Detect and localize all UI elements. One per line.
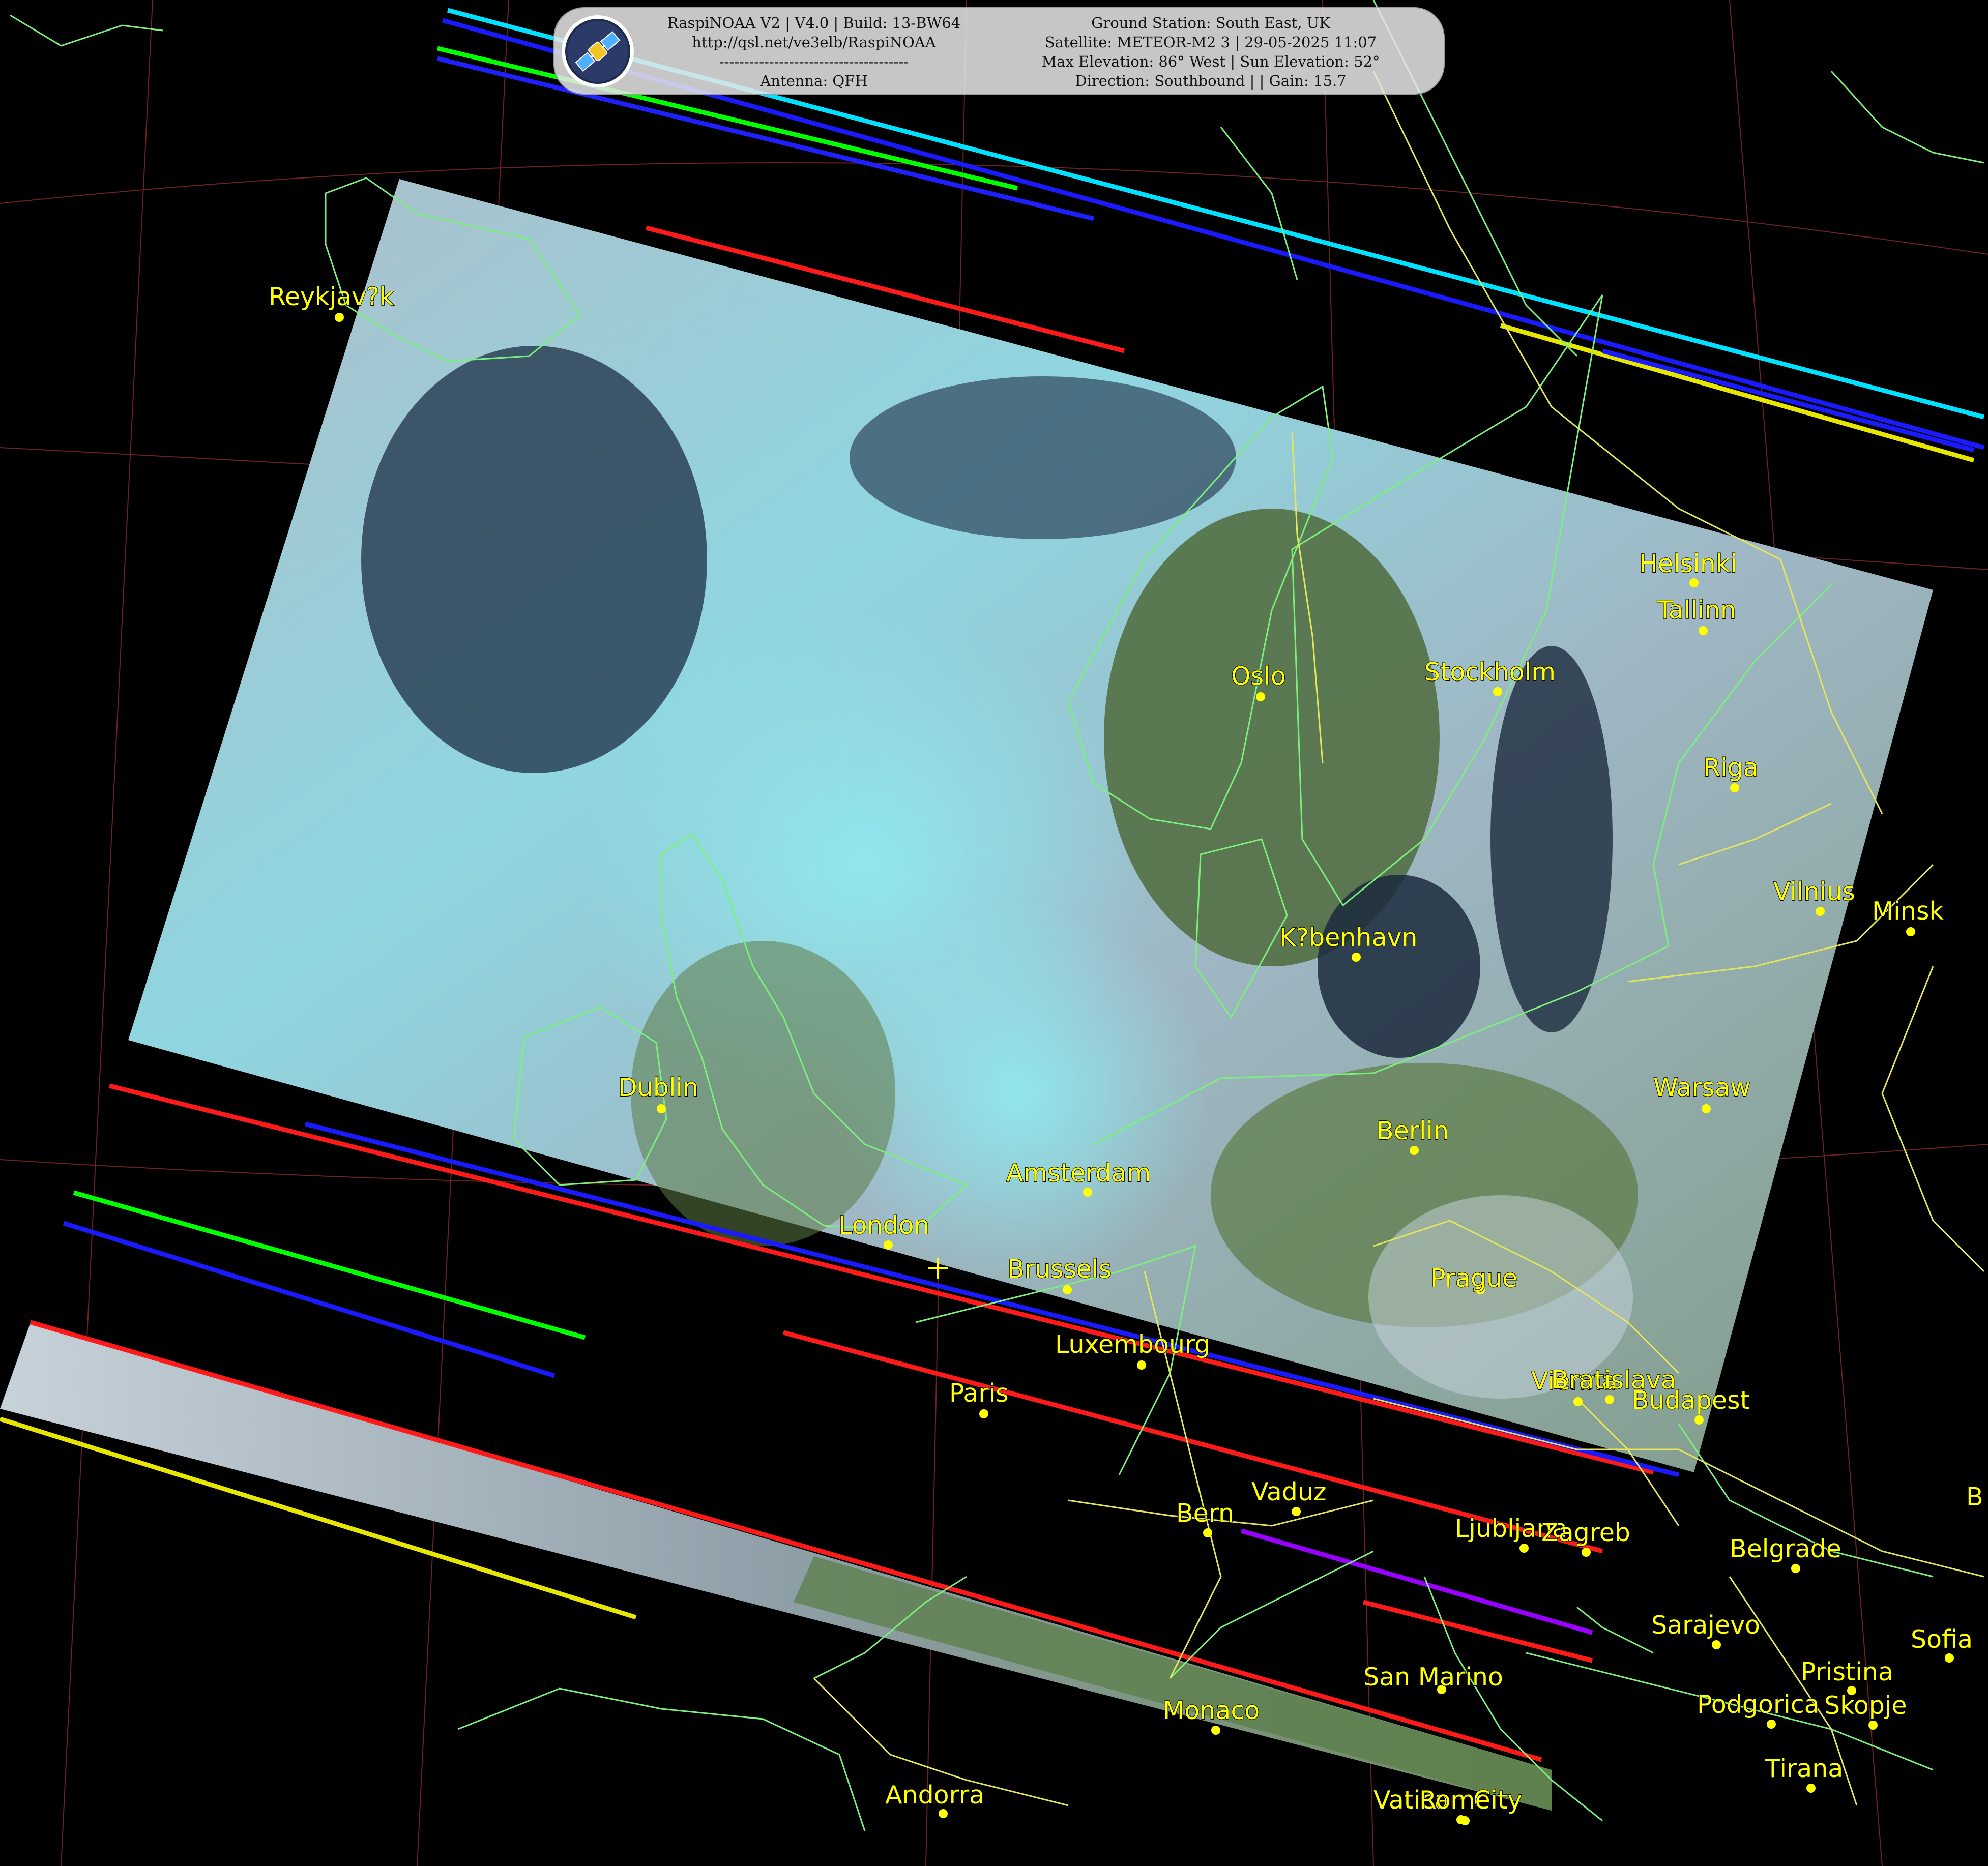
svg-text:Vilnius: Vilnius <box>1773 877 1855 906</box>
svg-text:Budapest: Budapest <box>1632 1386 1750 1415</box>
info-banner: RaspiNOAA V2 | V4.0 | Build: 13-BW64 htt… <box>553 7 1445 95</box>
city-belgrade: Belgrade <box>1729 1534 1842 1573</box>
banner-ground-station: Ground Station: South East, UK <box>1091 14 1330 32</box>
svg-text:Tallinn: Tallinn <box>1657 596 1736 625</box>
svg-text:Sofia: Sofia <box>1911 1625 1973 1654</box>
svg-text:Zagreb: Zagreb <box>1541 1518 1630 1547</box>
city-prague: Prague <box>1430 1263 1518 1294</box>
svg-text:Riga: Riga <box>1703 753 1759 782</box>
city-vaduz: Vaduz <box>1251 1477 1327 1516</box>
svg-text:Pristina: Pristina <box>1801 1657 1893 1686</box>
banner-app-version: RaspiNOAA V2 | V4.0 | Build: 13-BW64 <box>667 14 961 32</box>
svg-text:Stockholm: Stockholm <box>1424 658 1556 687</box>
city-paris: Paris <box>949 1378 1009 1418</box>
svg-text:Minsk: Minsk <box>1872 897 1944 926</box>
svg-text:Paris: Paris <box>949 1379 1009 1408</box>
banner-direction: Direction: Southbound | | Gain: 15.7 <box>1075 72 1347 90</box>
svg-text:Dublin: Dublin <box>618 1073 698 1102</box>
city-sarajevo: Sarajevo <box>1651 1610 1761 1649</box>
svg-text:Andorra: Andorra <box>885 1781 984 1810</box>
svg-text:Warsaw: Warsaw <box>1653 1073 1750 1102</box>
satellite-map: Reykjav?k Helsinki Tallinn Oslo Stockhol… <box>0 0 1988 1866</box>
map-canvas: Reykjav?k Helsinki Tallinn Oslo Stockhol… <box>0 0 1988 1866</box>
svg-text:London: London <box>838 1211 930 1240</box>
svg-text:Rome: Rome <box>1419 1786 1490 1815</box>
banner-url: http://qsl.net/ve3elb/RaspiNOAA <box>692 34 936 51</box>
svg-text:Brussels: Brussels <box>1007 1255 1112 1284</box>
svg-text:Helsinki: Helsinki <box>1639 549 1737 578</box>
city-bern: Bern <box>1176 1498 1235 1537</box>
svg-text:Oslo: Oslo <box>1231 662 1286 691</box>
svg-text:B: B <box>1966 1483 1983 1512</box>
satellite-icon <box>562 15 634 87</box>
city-andorra: Andorra <box>885 1780 985 1818</box>
svg-text:Berlin: Berlin <box>1377 1116 1449 1145</box>
banner-left-text: RaspiNOAA V2 | V4.0 | Build: 13-BW64 htt… <box>656 13 972 91</box>
svg-text:Reykjav?k: Reykjav?k <box>269 282 394 311</box>
city-minsk: Minsk <box>1872 896 1944 936</box>
city-sofia: Sofia <box>1910 1624 1973 1663</box>
banner-elevation: Max Elevation: 86° West | Sun Elevation:… <box>1041 53 1380 70</box>
city-zagreb: Zagreb <box>1541 1518 1631 1557</box>
svg-text:Belgrade: Belgrade <box>1730 1534 1841 1563</box>
banner-right-text: Ground Station: South East, UK Satellite… <box>987 13 1435 91</box>
svg-text:Monaco: Monaco <box>1163 1696 1260 1725</box>
svg-text:Prague: Prague <box>1430 1264 1517 1293</box>
banner-antenna: Antenna: QFH <box>760 72 868 90</box>
city-podgorica: Podgorica <box>1697 1690 1820 1729</box>
banner-divider: -------------------------------------- <box>719 53 909 70</box>
svg-text:Amsterdam: Amsterdam <box>1006 1159 1151 1188</box>
city-pristina: Pristina <box>1800 1657 1894 1695</box>
city-skopje: Skopje <box>1824 1691 1908 1730</box>
svg-text:K?benhavn: K?benhavn <box>1279 923 1418 952</box>
banner-satellite: Satellite: METEOR-M2 3 | 29-05-2025 11:0… <box>1044 34 1377 51</box>
city-tirana: Tirana <box>1764 1754 1844 1793</box>
svg-text:Tirana: Tirana <box>1765 1754 1843 1783</box>
svg-text:Skopje: Skopje <box>1824 1691 1907 1720</box>
svg-text:Luxembourg: Luxembourg <box>1055 1330 1210 1359</box>
svg-text:Bern: Bern <box>1176 1499 1234 1528</box>
city-san-marino: San Marino <box>1363 1662 1504 1694</box>
city-luxembourg: Luxembourg <box>1055 1329 1211 1370</box>
city-rome: Rome <box>1419 1785 1491 1825</box>
lower-swath <box>0 1322 1552 1811</box>
svg-text:Podgorica: Podgorica <box>1697 1690 1820 1719</box>
svg-text:San Marino: San Marino <box>1363 1663 1503 1692</box>
svg-text:Sarajevo: Sarajevo <box>1651 1611 1760 1640</box>
city-b-partial: B <box>1966 1482 1984 1512</box>
svg-text:Vaduz: Vaduz <box>1251 1477 1327 1506</box>
